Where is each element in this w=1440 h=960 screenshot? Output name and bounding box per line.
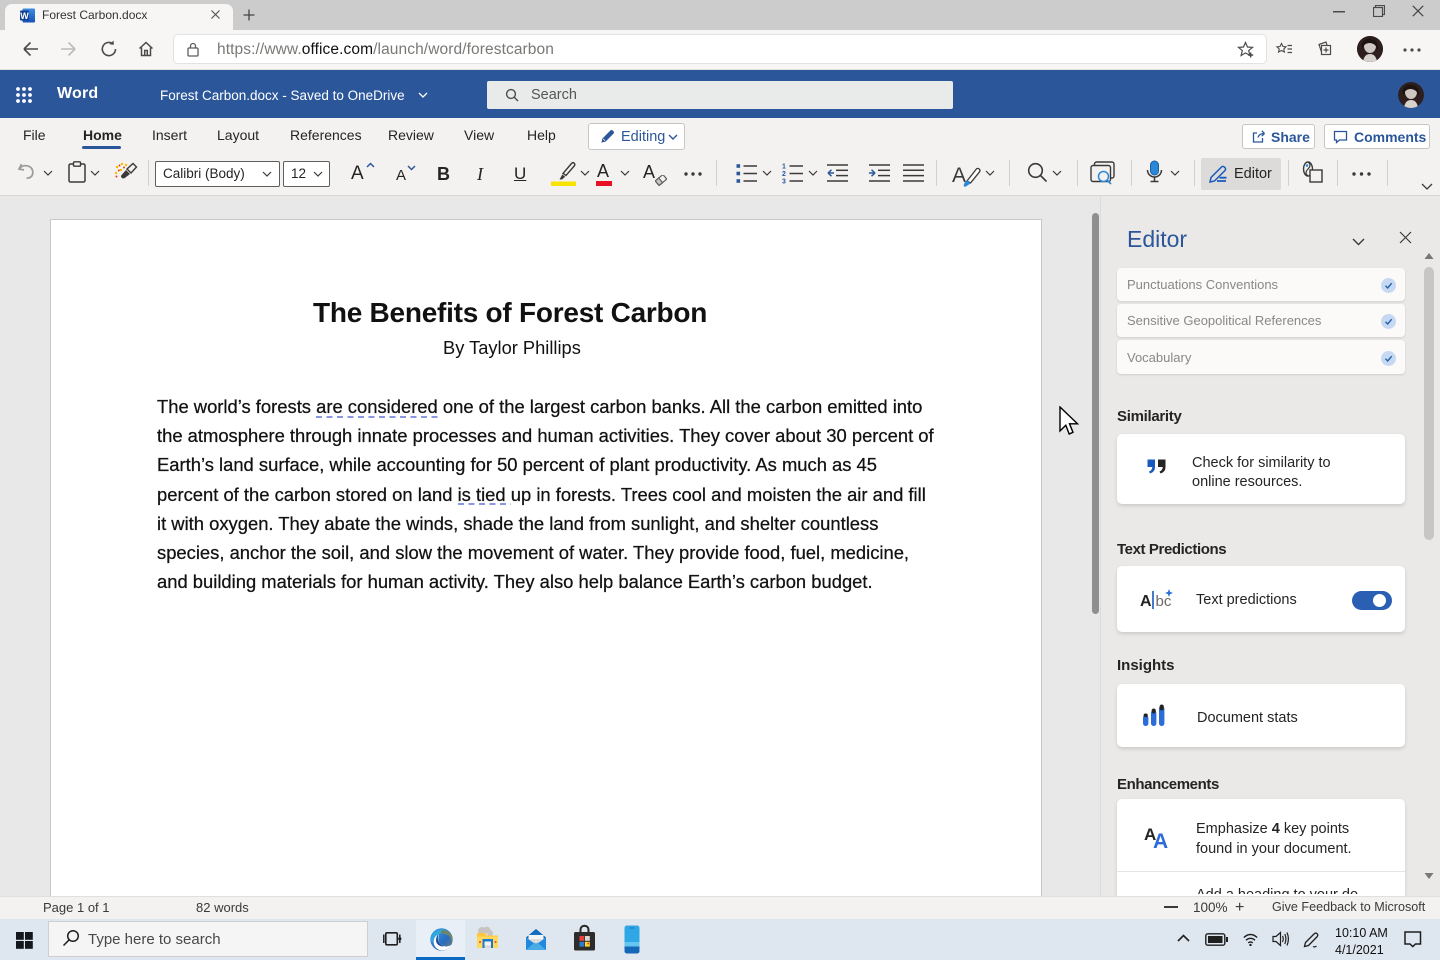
svg-text:A: A	[952, 164, 966, 187]
svg-text:3: 3	[782, 179, 786, 185]
svg-text:2: 2	[782, 171, 786, 178]
svg-text:A: A	[1153, 830, 1168, 850]
svg-text:W: W	[20, 11, 29, 21]
svg-text:A: A	[1140, 593, 1152, 610]
svg-text:1: 1	[782, 164, 786, 171]
